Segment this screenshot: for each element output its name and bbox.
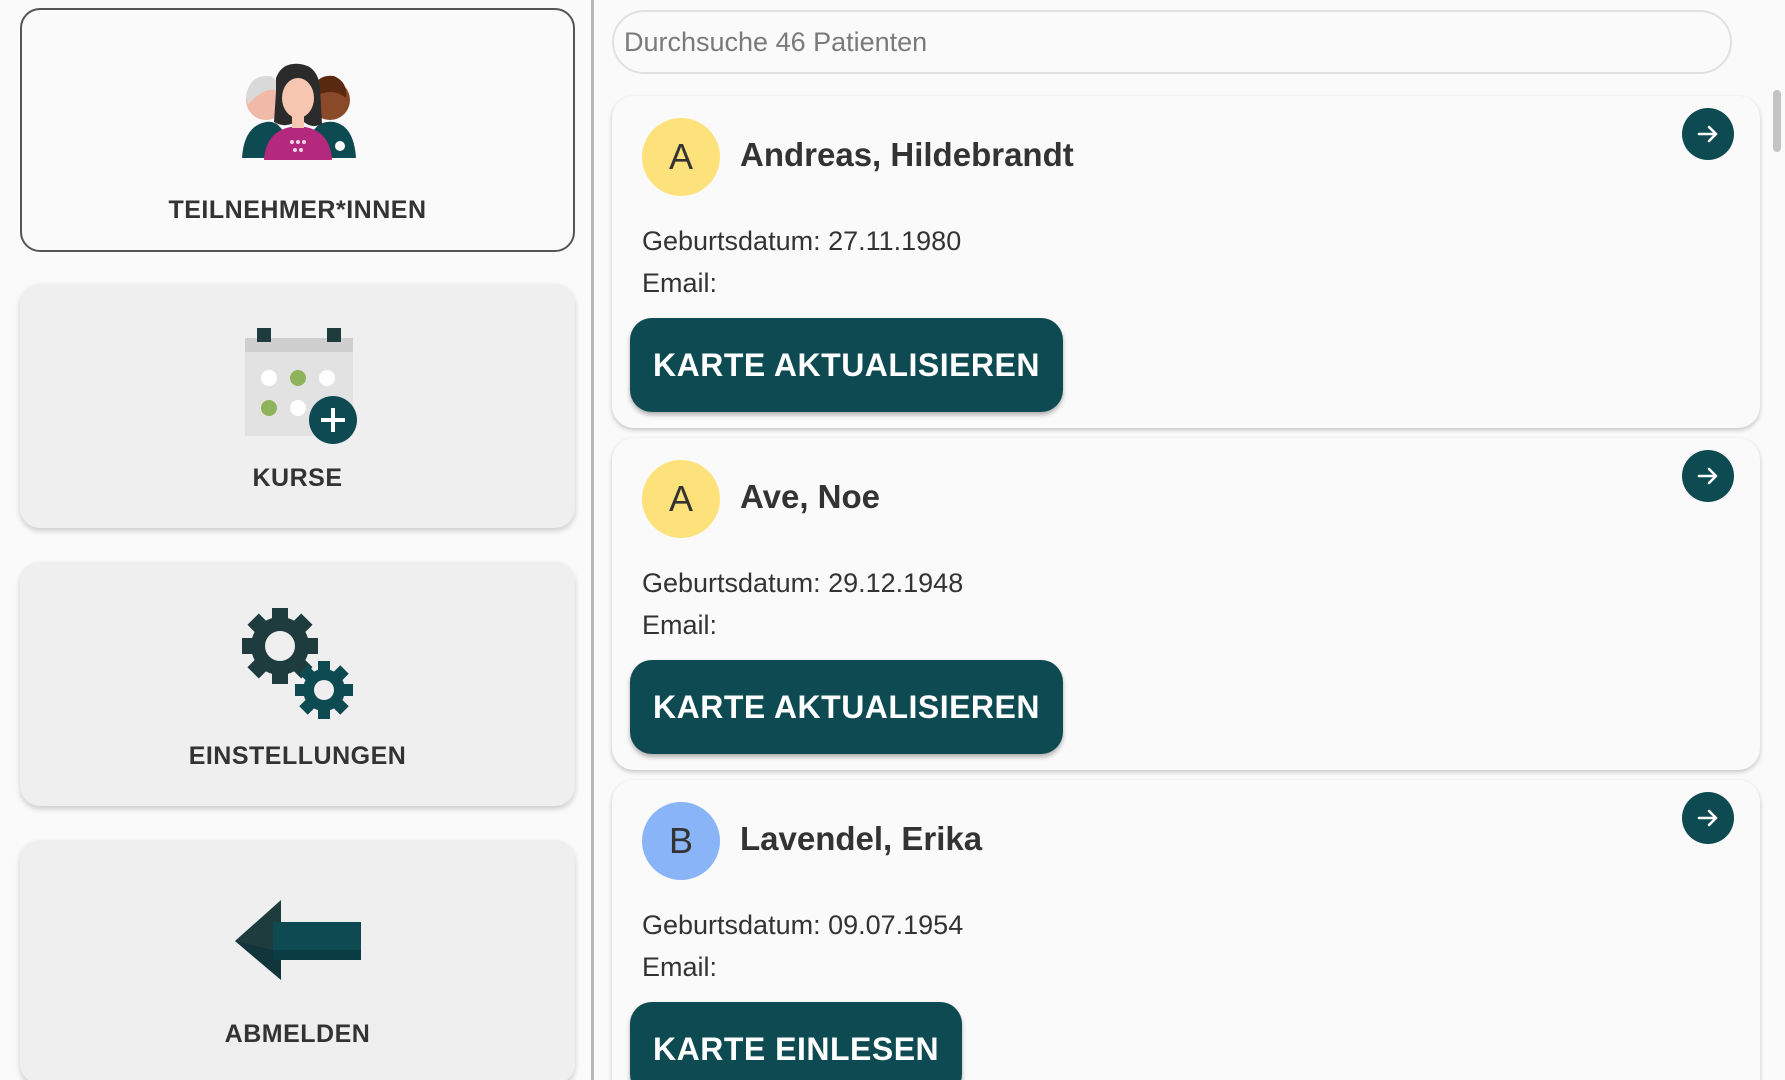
participants-icon — [241, 63, 356, 160]
patient-card: B Lavendel, Erika Geburtsdatum: 09.07.19… — [612, 780, 1760, 1080]
sidebar-item-label: EINSTELLUNGEN — [188, 742, 407, 770]
avatar: B — [642, 802, 720, 880]
sidebar: TEILNEHMER*INNEN KURSE EINSTELLUNGEN ABM… — [0, 0, 593, 1080]
birthdate-text: Geburtsdatum: 29.12.1948 — [642, 568, 964, 598]
patient-card: A Andreas, Hildebrandt Geburtsdatum: 27.… — [612, 96, 1760, 428]
sidebar-item-settings[interactable]: EINSTELLUNGEN — [20, 562, 575, 806]
read-card-button[interactable]: KARTE EINLESEN — [630, 1002, 963, 1080]
sidebar-item-logout[interactable]: ABMELDEN — [20, 840, 575, 1080]
patient-name: Andreas, Hildebrandt — [740, 136, 1074, 173]
update-card-button[interactable]: KARTE AKTUALISIEREN — [630, 660, 1063, 754]
open-patient-button[interactable] — [1682, 108, 1734, 160]
patient-name: Lavendel, Erika — [740, 820, 983, 857]
patient-card: A Ave, Noe Geburtsdatum: 29.12.1948 Emai… — [612, 438, 1760, 770]
search-input[interactable] — [612, 10, 1732, 74]
email-text: Email: — [642, 610, 718, 640]
gears-icon — [241, 608, 353, 719]
open-patient-button[interactable] — [1682, 450, 1734, 502]
calendar-add-icon — [244, 328, 357, 444]
arrow-right-icon — [1697, 125, 1718, 143]
birthdate-text: Geburtsdatum: 09.07.1954 — [642, 910, 964, 940]
sidebar-item-label: KURSE — [252, 464, 343, 492]
patient-name: Ave, Noe — [740, 478, 880, 515]
patient-list-panel: A Andreas, Hildebrandt Geburtsdatum: 27.… — [594, 0, 1785, 1080]
birthdate-text: Geburtsdatum: 27.11.1980 — [642, 226, 962, 256]
arrow-right-icon — [1697, 809, 1718, 827]
email-text: Email: — [642, 952, 718, 982]
arrow-right-icon — [1697, 467, 1718, 485]
open-patient-button[interactable] — [1682, 792, 1734, 844]
email-text: Email: — [642, 268, 718, 298]
back-arrow-icon — [234, 900, 361, 980]
update-card-button[interactable]: KARTE AKTUALISIEREN — [630, 318, 1063, 412]
avatar: A — [642, 118, 720, 196]
sidebar-item-participants[interactable]: TEILNEHMER*INNEN — [20, 8, 575, 252]
sidebar-item-label: ABMELDEN — [224, 1020, 371, 1048]
sidebar-item-courses[interactable]: KURSE — [20, 284, 575, 528]
scrollbar-thumb[interactable] — [1773, 90, 1781, 152]
app-root: TEILNEHMER*INNEN KURSE EINSTELLUNGEN ABM… — [0, 0, 1785, 1080]
sidebar-item-label: TEILNEHMER*INNEN — [168, 196, 427, 224]
avatar: A — [642, 460, 720, 538]
